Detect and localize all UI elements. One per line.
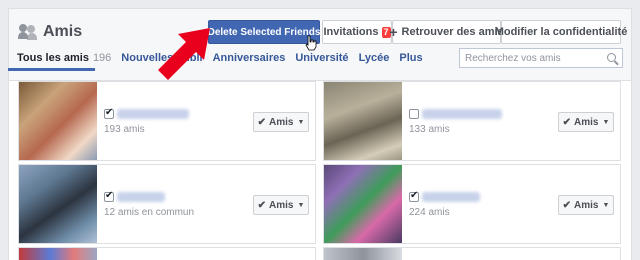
- find-friends-label: Retrouver des amis: [401, 26, 504, 38]
- tab-birthdays[interactable]: Anniversaires: [213, 52, 286, 64]
- select-checkbox[interactable]: [104, 107, 114, 119]
- friend-status-button[interactable]: ✔ Amis ▼: [558, 112, 614, 132]
- friend-status-button[interactable]: ✔ Amis ▼: [253, 112, 309, 132]
- friend-name-blurred[interactable]: [422, 192, 480, 202]
- edit-privacy-label: Modifier la confidentialité: [494, 26, 628, 38]
- search-box: [459, 48, 623, 68]
- friend-photo[interactable]: [324, 248, 402, 260]
- chevron-down-icon: ▼: [297, 118, 305, 126]
- search-input[interactable]: [460, 52, 600, 64]
- friend-status-label: Amis: [269, 199, 294, 211]
- friend-status-label: Amis: [574, 116, 599, 128]
- friend-subtitle: 193 amis: [104, 124, 145, 135]
- friend-status-button[interactable]: ✔ Amis ▼: [558, 195, 614, 215]
- invitations-label: Invitations: [323, 26, 379, 38]
- edit-privacy-button[interactable]: Modifier la confidentialité: [495, 20, 627, 44]
- friend-card: 193 amis ✔ Amis ▼: [18, 81, 316, 161]
- tab-all-friends[interactable]: Tous les amis 196: [17, 52, 111, 64]
- select-checkbox[interactable]: [409, 190, 419, 202]
- search-icon[interactable]: [607, 53, 616, 62]
- tab-university[interactable]: Université: [295, 52, 348, 64]
- title-group: Amis: [18, 23, 82, 41]
- friend-photo[interactable]: [19, 165, 97, 243]
- friend-status-label: Amis: [269, 116, 294, 128]
- friend-subtitle: 133 amis: [409, 124, 450, 135]
- friend-card-partial: [18, 247, 316, 260]
- delete-button-label: Delete Selected Friends: [207, 26, 321, 38]
- friend-card: 224 amis ✔ Amis ▼: [323, 164, 621, 244]
- hand-cursor-icon: [305, 35, 317, 51]
- name-row: [104, 190, 165, 202]
- friends-tabs: Tous les amis 196 Nouvelles publi Anniver…: [17, 52, 433, 64]
- tab-new-posts[interactable]: Nouvelles publi: [121, 52, 202, 64]
- friend-photo[interactable]: [324, 82, 402, 160]
- delete-selected-friends-button[interactable]: Delete Selected Friends: [208, 20, 320, 44]
- checkmark-icon: ✔: [562, 199, 571, 211]
- friend-card: 12 amis en commun ✔ Amis ▼: [18, 164, 316, 244]
- friend-card-partial: [323, 247, 621, 260]
- friends-grid: 193 amis ✔ Amis ▼ 133 amis ✔ Amis ▼ 12 a…: [8, 80, 632, 260]
- tab-more[interactable]: Plus: [399, 52, 422, 64]
- find-friends-button[interactable]: + Retrouver des amis: [389, 20, 504, 44]
- friend-subtitle: 224 amis: [409, 207, 450, 218]
- friends-header: Amis Delete Selected Friends Invitations…: [8, 8, 632, 80]
- chevron-down-icon: ▼: [602, 201, 610, 209]
- invitations-button[interactable]: Invitations 7: [322, 20, 392, 44]
- checkmark-icon: ✔: [257, 116, 266, 128]
- friend-name-blurred[interactable]: [117, 109, 189, 119]
- name-row: [104, 107, 189, 119]
- tab-all-friends-label: Tous les amis: [17, 52, 89, 64]
- active-tab-indicator: [8, 68, 95, 71]
- friend-photo[interactable]: [19, 82, 97, 160]
- checkmark-icon: ✔: [257, 199, 266, 211]
- tab-high-school[interactable]: Lycée: [359, 52, 390, 64]
- friends-icon: [18, 24, 39, 40]
- friend-subtitle: 12 amis en commun: [104, 207, 195, 218]
- name-row: [409, 109, 502, 119]
- chevron-down-icon: ▼: [602, 118, 610, 126]
- friend-name-blurred[interactable]: [422, 109, 502, 119]
- friend-status-button[interactable]: ✔ Amis ▼: [253, 195, 309, 215]
- select-checkbox[interactable]: [104, 190, 114, 202]
- select-checkbox[interactable]: [409, 109, 419, 119]
- friends-count: 196: [92, 52, 112, 64]
- friend-photo[interactable]: [19, 248, 97, 260]
- friend-name-blurred[interactable]: [117, 192, 165, 202]
- friend-photo[interactable]: [324, 165, 402, 243]
- name-row: [409, 190, 480, 202]
- friend-status-label: Amis: [574, 199, 599, 211]
- plus-icon: +: [389, 24, 398, 40]
- chevron-down-icon: ▼: [297, 201, 305, 209]
- friend-card: 133 amis ✔ Amis ▼: [323, 81, 621, 161]
- checkmark-icon: ✔: [562, 116, 571, 128]
- page-title: Amis: [43, 23, 83, 40]
